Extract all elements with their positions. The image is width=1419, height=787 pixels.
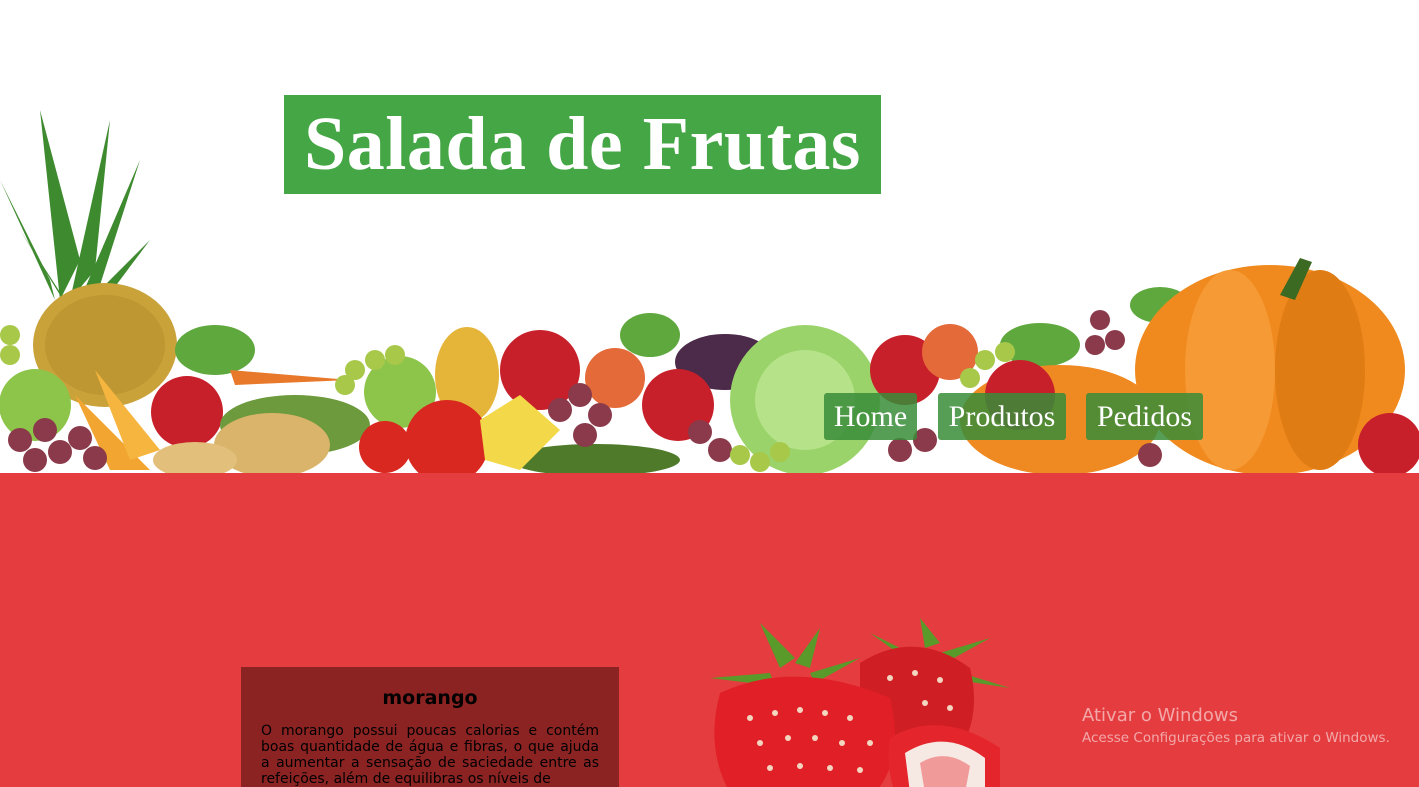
product-section: morango O morango possui poucas calorias… (0, 473, 1419, 787)
product-name: morango (382, 687, 478, 709)
nav-produtos[interactable]: Produtos (938, 393, 1066, 440)
nav-pedidos[interactable]: Pedidos (1086, 393, 1203, 440)
os-activation-watermark: Ativar o Windows Acesse Configurações pa… (1082, 705, 1390, 746)
watermark-subtitle: Acesse Configurações para ativar o Windo… (1082, 730, 1390, 746)
product-card: morango O morango possui poucas calorias… (241, 667, 619, 787)
fruit-banner-image (0, 110, 1419, 473)
strawberry-image (710, 618, 1010, 787)
product-description: O morango possui poucas calorias e conté… (261, 723, 599, 787)
site-title: Salada de Frutas (284, 95, 881, 194)
nav-home[interactable]: Home (824, 393, 917, 440)
site-header: Salada de Frutas Home Produtos Pedidos (0, 0, 1419, 473)
watermark-title: Ativar o Windows (1082, 705, 1238, 726)
